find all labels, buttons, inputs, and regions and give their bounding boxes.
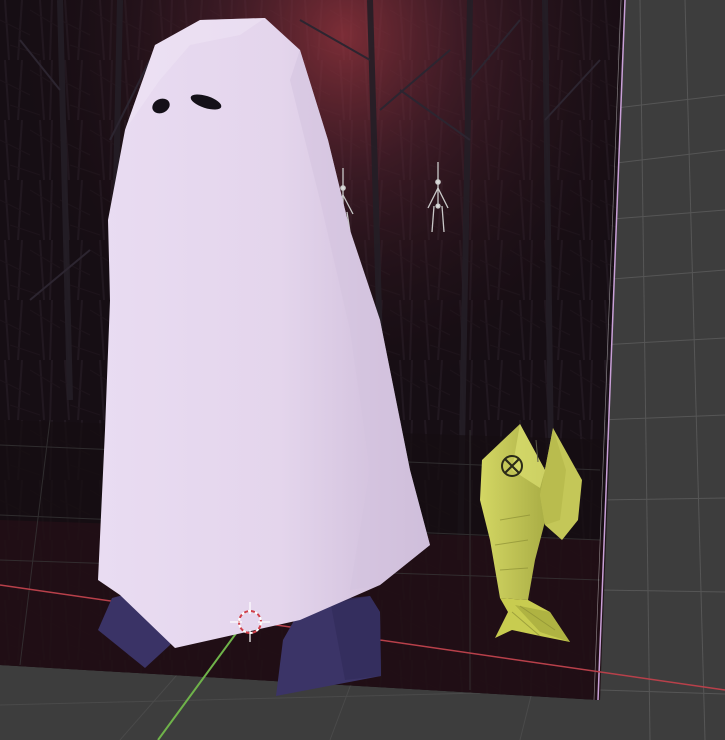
viewport-canvas[interactable] (0, 0, 725, 740)
3d-viewport[interactable] (0, 0, 725, 740)
